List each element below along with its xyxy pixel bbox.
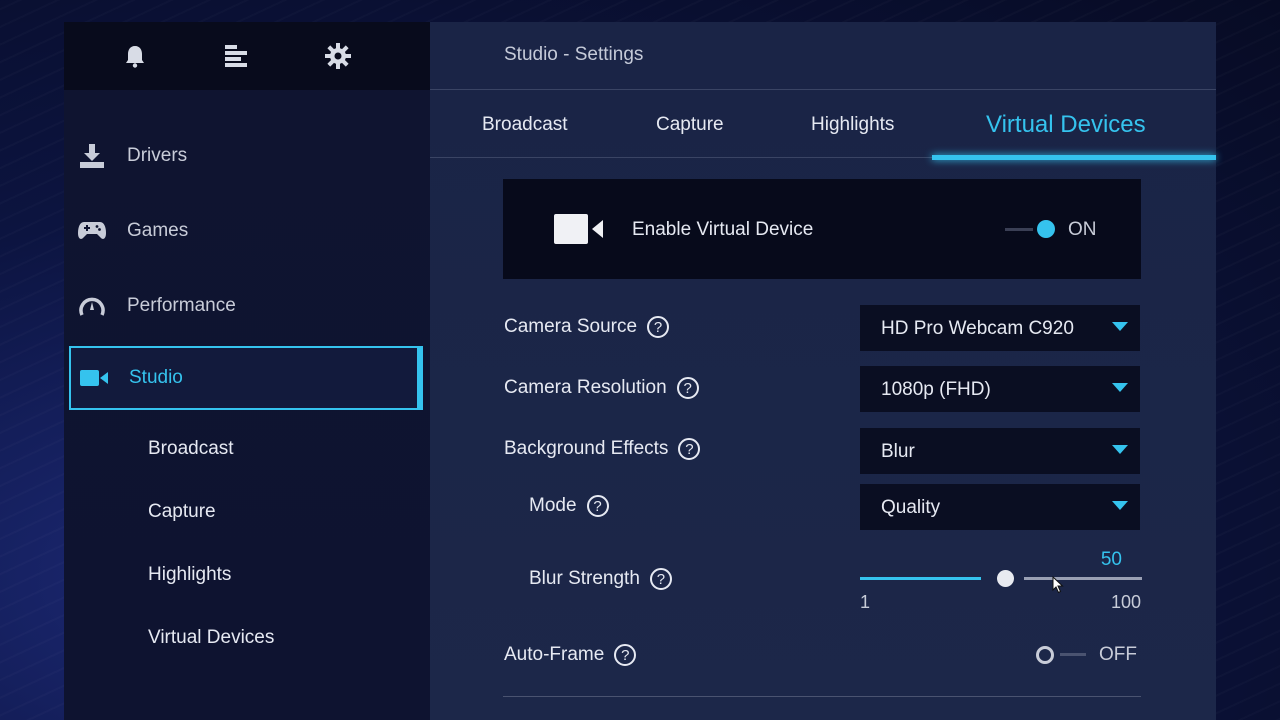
help-icon[interactable]: ? [649,568,672,590]
menu-icon[interactable] [222,42,250,70]
gear-icon[interactable] [324,42,352,70]
background-effects-value: Blur [881,441,915,462]
divider [503,696,1141,697]
sidebar: Drivers Games Performance Studio Broadca… [64,22,430,720]
sidebar-item-games[interactable]: Games [69,200,423,262]
sidebar-subitem-broadcast[interactable]: Broadcast [148,438,234,460]
toggle-state-label: OFF [1099,644,1137,665]
help-icon[interactable]: ? [586,495,609,517]
chevron-down-icon [1112,322,1128,331]
sidebar-subitem-capture[interactable]: Capture [148,501,216,523]
mode-label: Mode ? [529,495,609,517]
camera-resolution-label: Camera Resolution ? [504,377,699,399]
enable-virtual-device-card: Enable Virtual Device ON [503,179,1141,279]
tab-broadcast[interactable]: Broadcast [482,114,568,136]
chevron-down-icon [1112,501,1128,510]
active-tab-indicator [932,155,1216,160]
sidebar-item-performance[interactable]: Performance [69,275,423,337]
sidebar-subitem-virtual-devices[interactable]: Virtual Devices [148,627,274,649]
help-icon[interactable]: ? [678,438,701,460]
gauge-icon [77,291,107,321]
slider-max-label: 100 [1110,592,1141,612]
sidebar-item-drivers[interactable]: Drivers [69,125,423,187]
download-icon [77,141,107,171]
camera-resolution-select[interactable]: 1080p (FHD) [860,366,1140,412]
blur-strength-value: 50 [1100,549,1122,570]
mode-text: Mode [529,495,577,516]
sidebar-item-label: Drivers [127,145,188,166]
mouse-cursor-icon [1052,575,1064,599]
blur-strength-slider[interactable]: 50 1 100 [860,547,1142,617]
auto-frame-toggle[interactable] [1034,643,1094,667]
blur-strength-text: Blur Strength [529,568,640,589]
tab-virtual-devices[interactable]: Virtual Devices [986,111,1146,139]
sidebar-item-label: Studio [129,367,183,388]
sidebar-item-studio[interactable]: Studio [69,346,423,410]
toggle-track [1005,228,1033,231]
mode-select[interactable]: Quality [860,484,1140,530]
camera-resolution-value: 1080p (FHD) [881,379,991,400]
background-effects-select[interactable]: Blur [860,428,1140,474]
bell-icon[interactable] [121,42,149,70]
settings-panel: Studio - Settings Broadcast Capture High… [430,22,1216,720]
chevron-down-icon [1112,445,1128,454]
camera-icon [554,214,604,249]
sidebar-item-label: Games [127,220,189,241]
divider [430,89,1216,90]
page-title: Studio - Settings [504,44,644,65]
camera-source-select[interactable]: HD Pro Webcam C920 [860,305,1140,351]
auto-frame-text: Auto-Frame [504,644,605,665]
slider-handle[interactable] [996,570,1014,587]
camera-resolution-text: Camera Resolution [504,377,667,398]
gamepad-icon [77,216,107,246]
toggle-knob [1037,220,1055,238]
sidebar-subitem-highlights[interactable]: Highlights [148,564,231,586]
slider-min-label: 1 [860,592,871,612]
camera-source-value: HD Pro Webcam C920 [881,318,1074,339]
sidebar-topbar [64,22,430,90]
background-effects-label: Background Effects ? [504,438,701,460]
auto-frame-label: Auto-Frame ? [504,644,637,666]
help-icon[interactable]: ? [647,316,670,338]
background-effects-text: Background Effects [504,438,669,459]
camera-source-label: Camera Source ? [504,316,670,338]
slider-track [1023,577,1142,580]
tab-capture[interactable]: Capture [656,114,724,136]
tab-highlights[interactable]: Highlights [811,114,894,136]
video-camera-icon [79,363,109,393]
camera-source-text: Camera Source [504,316,638,337]
chevron-down-icon [1112,383,1128,392]
mode-value: Quality [881,497,941,518]
blur-strength-label: Blur Strength ? [529,568,672,590]
help-icon[interactable]: ? [676,377,699,399]
slider-fill [860,577,981,580]
toggle-knob [1036,646,1054,664]
help-icon[interactable]: ? [614,644,637,666]
toggle-state-label: ON [1068,219,1097,240]
enable-virtual-device-toggle[interactable] [1003,217,1063,241]
sidebar-item-label: Performance [127,295,236,316]
toggle-track [1060,653,1086,656]
enable-virtual-device-label: Enable Virtual Device [632,219,814,240]
